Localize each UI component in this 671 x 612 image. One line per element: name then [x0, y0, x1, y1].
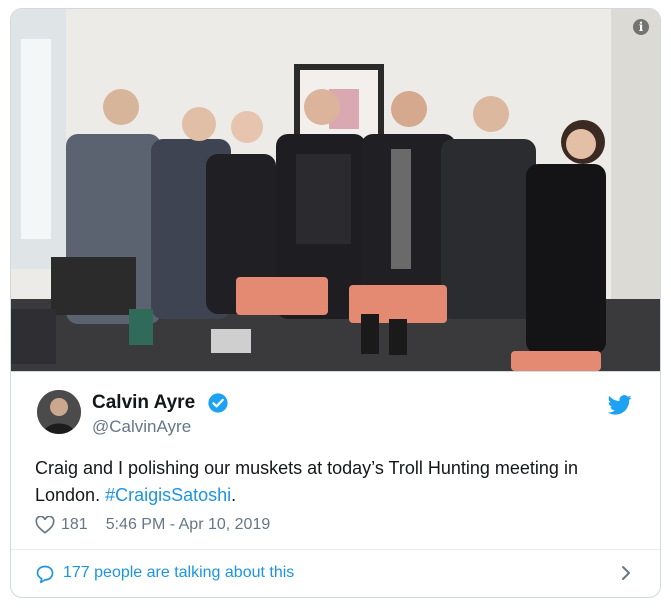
- tweet-photo[interactable]: i: [11, 9, 660, 372]
- tweet-text: Craig and I polishing our muskets at tod…: [35, 455, 635, 509]
- twitter-bird-icon[interactable]: [608, 394, 632, 416]
- tweet-header: Calvin Ayre @CalvinAyre: [11, 384, 660, 444]
- author-avatar[interactable]: [37, 390, 81, 434]
- author-handle[interactable]: @CalvinAyre: [92, 417, 191, 437]
- heart-icon[interactable]: [35, 516, 55, 534]
- tweet-text-end: .: [231, 485, 237, 505]
- verified-badge-icon: [208, 393, 228, 413]
- conversation-link[interactable]: 177 people are talking about this: [63, 564, 294, 582]
- tweet-timestamp[interactable]: 5:46 PM - Apr 10, 2019: [106, 516, 271, 534]
- hashtag-link[interactable]: #CraigisSatoshi: [105, 485, 231, 505]
- author-name[interactable]: Calvin Ayre: [92, 392, 195, 414]
- office-group-photo: [11, 9, 660, 371]
- speech-bubble-icon: [36, 565, 54, 584]
- conversation-footer[interactable]: 177 people are talking about this: [11, 550, 660, 596]
- embedded-tweet-card[interactable]: i Calvin Ayre @CalvinAyre Craig and I po…: [10, 8, 661, 598]
- info-icon[interactable]: i: [633, 19, 649, 35]
- chevron-right-icon[interactable]: [620, 565, 632, 581]
- like-count[interactable]: 181: [61, 516, 88, 534]
- tweet-meta: 181 5:46 PM - Apr 10, 2019: [35, 514, 270, 536]
